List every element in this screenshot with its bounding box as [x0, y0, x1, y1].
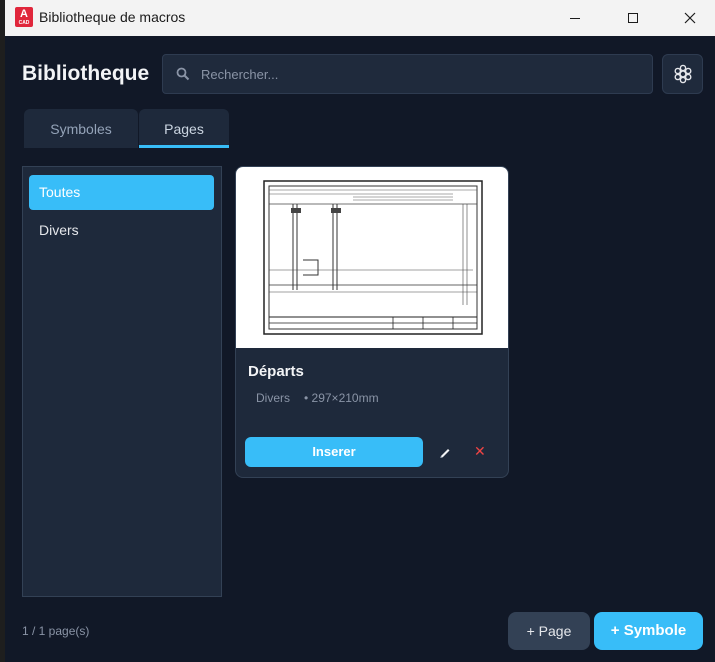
add-page-button[interactable]: + Page	[508, 612, 590, 650]
page-thumbnail[interactable]	[236, 167, 508, 348]
search-input[interactable]	[201, 55, 641, 93]
insert-button[interactable]: Inserer	[245, 437, 423, 467]
maximize-button[interactable]	[604, 0, 662, 36]
delete-button[interactable]: ✕	[474, 443, 486, 460]
category-sidebar: Toutes Divers	[22, 166, 222, 597]
tab-pages[interactable]: Pages	[139, 109, 229, 148]
gear-icon	[674, 64, 692, 84]
page-card[interactable]: Départs Divers • 297×210mm Inserer ✕	[235, 166, 509, 478]
category-item-toutes[interactable]: Toutes	[29, 175, 214, 210]
card-dimensions: • 297×210mm	[304, 391, 379, 405]
page-count: 1 / 1 page(s)	[22, 624, 90, 638]
maximize-icon	[628, 13, 638, 23]
settings-button[interactable]	[662, 54, 703, 94]
window-title: Bibliotheque de macros	[39, 9, 186, 25]
category-item-divers[interactable]: Divers	[29, 213, 214, 248]
page-title: Bibliotheque	[22, 62, 150, 85]
close-button[interactable]	[661, 0, 715, 36]
tab-symboles[interactable]: Symboles	[24, 109, 138, 148]
close-icon	[684, 12, 696, 24]
search-box[interactable]	[162, 54, 653, 94]
minimize-button[interactable]	[546, 0, 604, 36]
add-symbol-button[interactable]: + Symbole	[594, 612, 703, 650]
minimize-icon	[570, 17, 580, 19]
title-bar[interactable]: A CAD Bibliotheque de macros	[5, 0, 715, 36]
card-category: Divers	[256, 391, 291, 405]
app-icon-sub: CAD	[18, 20, 30, 26]
autocad-app-icon: A CAD	[15, 7, 33, 27]
macro-library-window: A CAD Bibliotheque de macros Bibliothequ…	[5, 0, 715, 662]
search-icon	[176, 67, 190, 81]
pencil-icon[interactable]	[437, 444, 453, 460]
app-icon-letter: A	[20, 8, 28, 20]
card-title: Départs	[248, 363, 304, 380]
drawing-preview-image	[263, 180, 483, 335]
